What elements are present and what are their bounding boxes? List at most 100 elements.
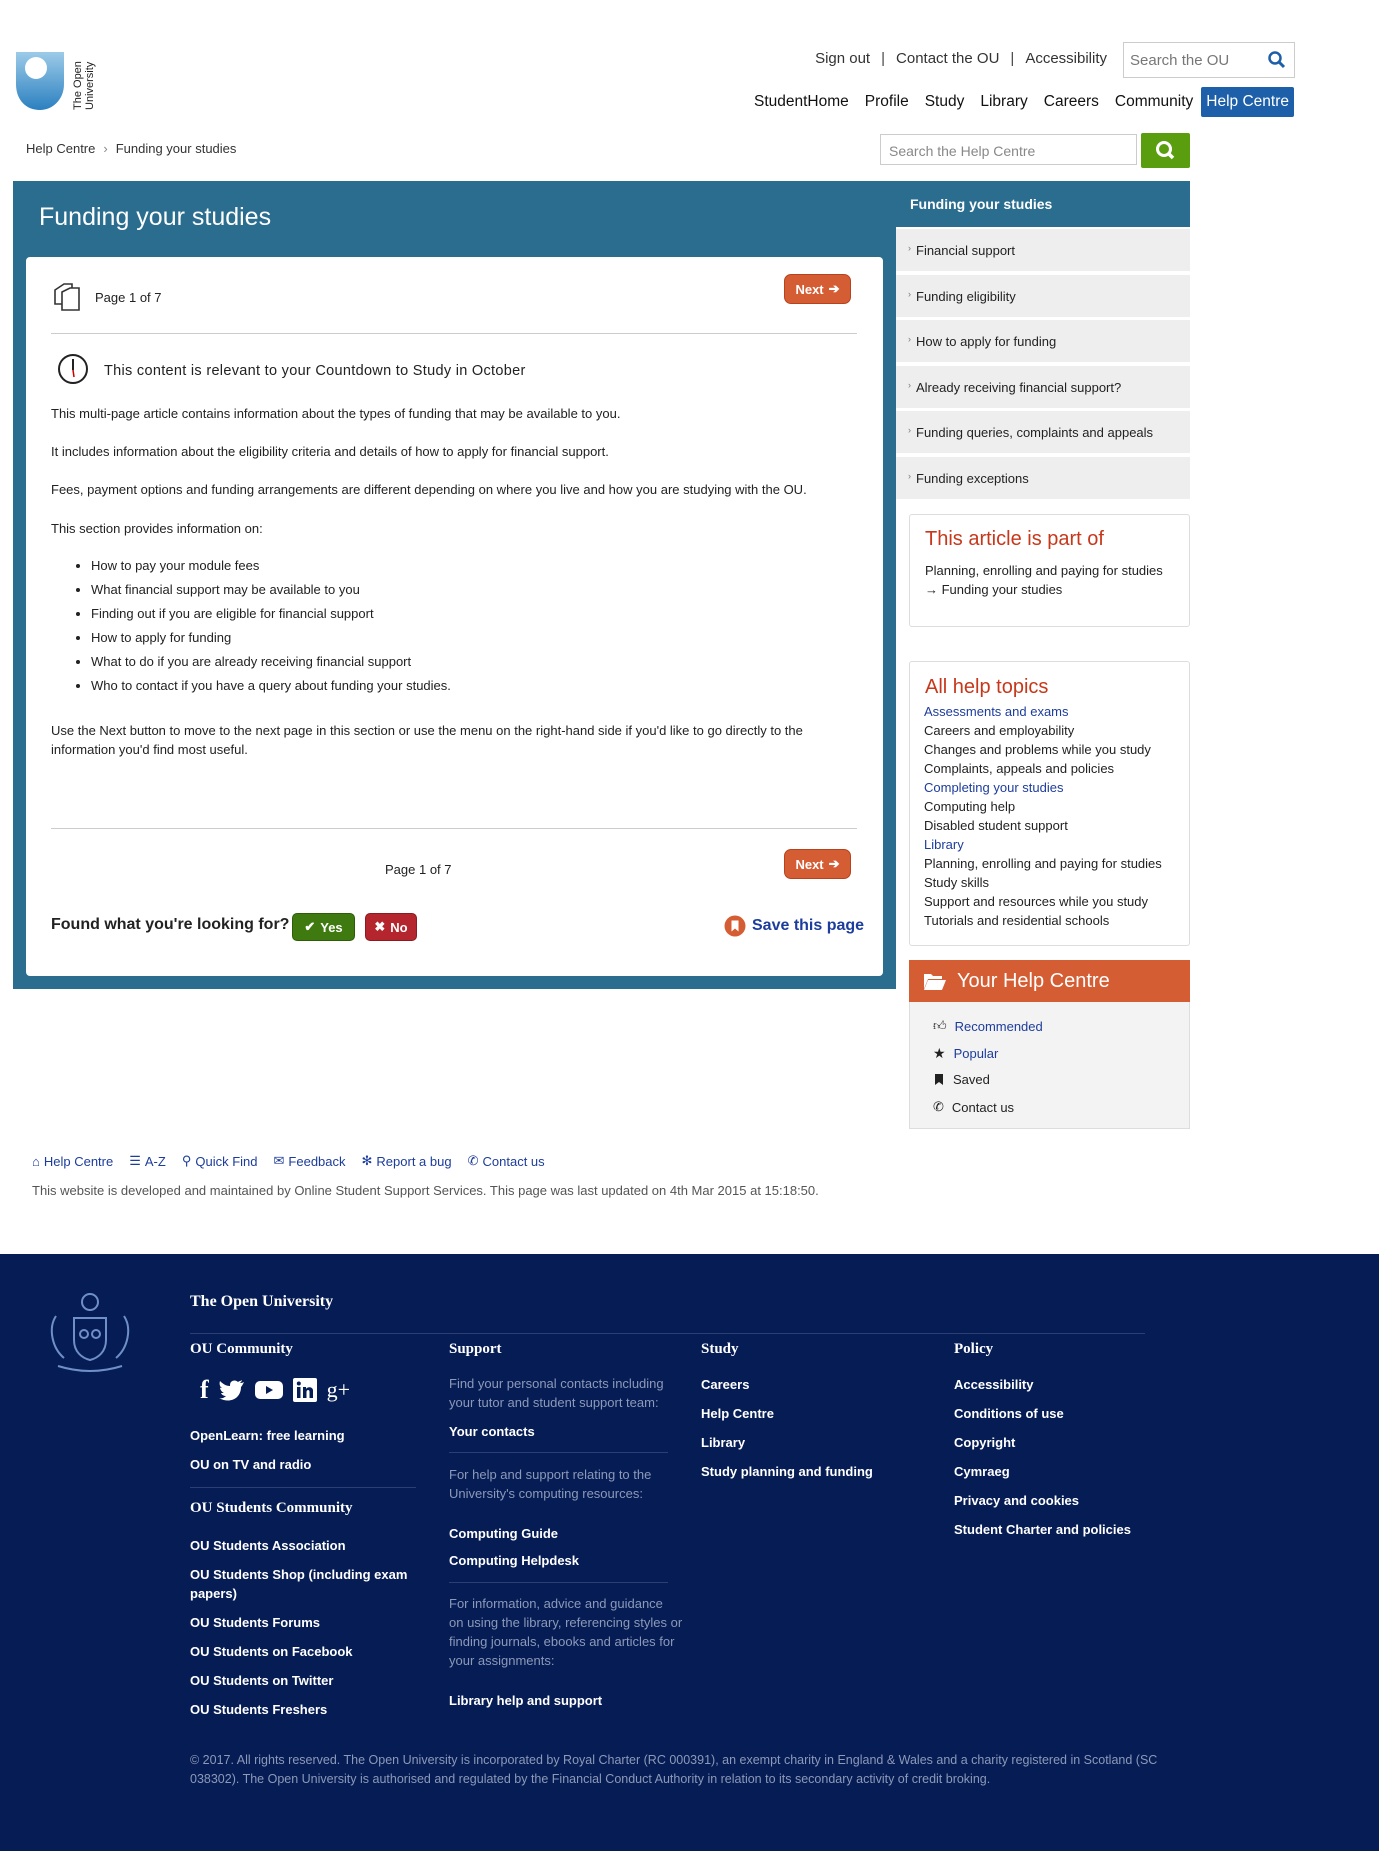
- topic-link[interactable]: Tutorials and residential schools: [924, 913, 1109, 929]
- topic-link[interactable]: Careers and employability: [924, 723, 1074, 739]
- linkedin-icon[interactable]: [292, 1378, 317, 1402]
- check-icon: ✔: [304, 919, 316, 934]
- footer-study-link[interactable]: Library: [701, 1435, 745, 1450]
- footer-org-name[interactable]: The Open University: [190, 1293, 333, 1311]
- topic-link[interactable]: Changes and problems while you study: [924, 742, 1151, 758]
- sidebar-item-funding-exceptions[interactable]: › Funding exceptions: [896, 457, 1190, 501]
- nav-library[interactable]: Library: [980, 93, 1027, 111]
- footer-policy-link[interactable]: Cymraeg: [954, 1464, 1010, 1479]
- youtube-icon[interactable]: [254, 1380, 283, 1400]
- footer-students-link[interactable]: OU Students Shop (including exam: [190, 1567, 407, 1582]
- sidebar-item-already-receiving[interactable]: › Already receiving financial support?: [896, 366, 1190, 410]
- sidebar-item-financial-support[interactable]: › Financial support: [896, 229, 1190, 273]
- topic-link[interactable]: Computing help: [924, 799, 1015, 815]
- footer-help-centre-link[interactable]: ⌂ Help Centre: [32, 1153, 113, 1169]
- footer-utility-links: ⌂ Help Centre ☰ A-Z ⚲ Quick Find ✉ Feedback …: [32, 1153, 545, 1169]
- footer-quick-find-link[interactable]: ⚲ Quick Find: [182, 1153, 258, 1169]
- twitter-icon[interactable]: [218, 1379, 245, 1401]
- footer-computing-helpdesk-link[interactable]: Computing Helpdesk: [449, 1553, 579, 1568]
- topic-link[interactable]: Planning, enrolling and paying for studi…: [924, 856, 1162, 872]
- sidebar-item-funding-queries[interactable]: › Funding queries, complaints and appeals: [896, 411, 1190, 455]
- footer-students-link[interactable]: OU Students Freshers: [190, 1702, 327, 1717]
- phone-icon: ✆: [467, 1153, 479, 1168]
- footer-a-z-link[interactable]: ☰ A-Z: [129, 1153, 166, 1169]
- bookmark-icon: [724, 915, 746, 937]
- thumbs-up-icon: 👍︎: [933, 1018, 947, 1033]
- topic-link[interactable]: Assessments and exams: [924, 704, 1069, 720]
- sidebar-item-how-to-apply[interactable]: › How to apply for funding: [896, 320, 1190, 364]
- help-centre-search-input[interactable]: Search the Help Centre: [880, 134, 1137, 165]
- pages-icon: [54, 283, 80, 311]
- footer-feedback-link[interactable]: ✉ Feedback: [274, 1153, 346, 1169]
- sidebar-item-label: Already receiving financial support?: [916, 380, 1122, 395]
- accessibility-link[interactable]: Accessibility: [1025, 50, 1107, 67]
- nav-study[interactable]: Study: [925, 93, 965, 111]
- ou-search-input[interactable]: Search the OU: [1123, 42, 1295, 78]
- help-centre-search-button[interactable]: [1141, 133, 1190, 168]
- topic-link[interactable]: Complaints, appeals and policies: [924, 761, 1114, 777]
- footer-library-help-link[interactable]: Library help and support: [449, 1693, 602, 1708]
- logo-text-2: University: [84, 61, 96, 110]
- topic-link[interactable]: Library: [924, 837, 964, 853]
- sign-out-link[interactable]: Sign out: [815, 50, 870, 67]
- nav-community[interactable]: Community: [1115, 93, 1193, 111]
- nav-help-centre[interactable]: Help Centre: [1201, 87, 1294, 117]
- footer-students-link[interactable]: papers): [190, 1586, 237, 1601]
- save-page-button[interactable]: Save this page: [724, 915, 864, 937]
- footer-policy-link[interactable]: Student Charter and policies: [954, 1522, 1131, 1537]
- breadcrumb-home[interactable]: Help Centre: [26, 141, 95, 156]
- footer-policy-link[interactable]: Accessibility: [954, 1377, 1034, 1392]
- footer-policy-link[interactable]: Conditions of use: [954, 1406, 1064, 1421]
- sidebar-item-label: Funding exceptions: [916, 471, 1029, 486]
- footer-study-link[interactable]: Help Centre: [701, 1406, 774, 1421]
- contact-ou-link[interactable]: Contact the OU: [896, 50, 999, 67]
- google-plus-icon[interactable]: g+: [327, 1377, 350, 1403]
- topic-link[interactable]: Study skills: [924, 875, 989, 891]
- topic-link[interactable]: Disabled student support: [924, 818, 1068, 834]
- footer-openlearn-link[interactable]: OpenLearn: free learning: [190, 1428, 345, 1443]
- footer-study-link[interactable]: Study planning and funding: [701, 1464, 873, 1479]
- nav-careers[interactable]: Careers: [1044, 93, 1099, 111]
- envelope-icon: ✉: [273, 1153, 285, 1168]
- chevron-right-icon: ›: [908, 380, 911, 390]
- topic-link[interactable]: Completing your studies: [924, 780, 1063, 796]
- recommended-link[interactable]: 👍︎ Recommended: [933, 1018, 1043, 1034]
- facebook-icon[interactable]: f: [200, 1375, 209, 1405]
- nav-profile[interactable]: Profile: [865, 93, 909, 111]
- list-item: How to apply for funding: [91, 628, 451, 652]
- phone-icon: ✆: [933, 1099, 944, 1114]
- list-item: What to do if you are already receiving …: [91, 652, 451, 676]
- save-label: Save this page: [752, 917, 865, 934]
- chevron-right-icon: ›: [908, 289, 911, 299]
- article-part-link[interactable]: Planning, enrolling and paying for studi…: [925, 563, 1163, 578]
- contact-us-link[interactable]: ✆ Contact us: [933, 1099, 1014, 1115]
- saved-label: Saved: [953, 1072, 990, 1087]
- yes-button[interactable]: ✔ Yes: [292, 913, 355, 941]
- your-help-centre-heading: Your Help Centre: [909, 960, 1190, 1002]
- sidebar-heading: Funding your studies: [896, 181, 1190, 227]
- footer-computing-guide-link[interactable]: Computing Guide: [449, 1526, 558, 1541]
- search-icon[interactable]: [1268, 51, 1286, 69]
- footer-contact-link[interactable]: ✆ Contact us: [468, 1153, 545, 1169]
- footer-report-bug-link[interactable]: ✻ Report a bug: [362, 1153, 452, 1169]
- footer-students-link[interactable]: OU Students on Facebook: [190, 1644, 353, 1659]
- footer-ou-tv-link[interactable]: OU on TV and radio: [190, 1457, 311, 1472]
- next-button-bottom[interactable]: Next ➔: [784, 849, 851, 879]
- footer-students-link[interactable]: OU Students on Twitter: [190, 1673, 333, 1688]
- popular-link[interactable]: ★ Popular: [933, 1045, 998, 1062]
- ou-logo[interactable]: The Open University: [14, 50, 104, 112]
- nav-studenthome[interactable]: StudentHome: [754, 93, 849, 111]
- footer-students-link[interactable]: OU Students Association: [190, 1538, 346, 1553]
- chevron-right-icon: ›: [103, 141, 108, 156]
- footer-policy-link[interactable]: Copyright: [954, 1435, 1015, 1450]
- footer-your-contacts-link[interactable]: Your contacts: [449, 1424, 535, 1439]
- next-button-top[interactable]: Next ➔: [784, 274, 851, 304]
- footer-students-link[interactable]: OU Students Forums: [190, 1615, 320, 1630]
- sidebar-item-funding-eligibility[interactable]: › Funding eligibility: [896, 275, 1190, 319]
- topic-link[interactable]: Support and resources while you study: [924, 894, 1148, 910]
- breadcrumb-current: Funding your studies: [115, 141, 237, 156]
- footer-study-link[interactable]: Careers: [701, 1377, 749, 1392]
- no-button[interactable]: ✖ No: [365, 913, 417, 941]
- saved-link[interactable]: Saved: [933, 1072, 990, 1087]
- footer-policy-link[interactable]: Privacy and cookies: [954, 1493, 1079, 1508]
